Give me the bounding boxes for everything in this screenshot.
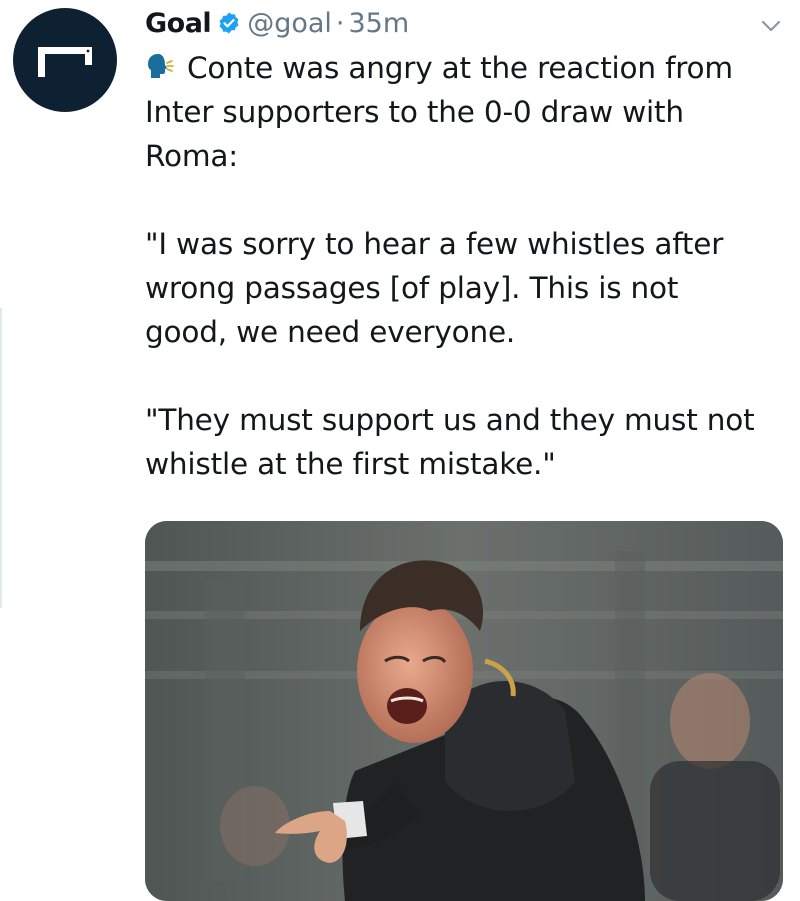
verified-badge-icon: [217, 11, 241, 35]
left-divider: [0, 308, 2, 608]
tweet-text-line-6: wrong passages [of play]. This is not: [145, 271, 679, 305]
goal-logo-icon: [38, 47, 92, 77]
photo-content: [145, 521, 783, 901]
tweet-text-line-9: "They must support us and they must not: [145, 403, 755, 437]
tweet-text-line-2: Inter supporters to the 0-0 draw with: [145, 95, 684, 129]
avatar[interactable]: [13, 8, 117, 112]
author-name[interactable]: Goal: [145, 8, 212, 39]
tweet-timestamp[interactable]: 35m: [349, 8, 410, 39]
tweet-text-line-7: good, we need everyone.: [145, 315, 516, 349]
tweet-text-line-3: Roma:: [145, 139, 238, 173]
chevron-down-icon[interactable]: [760, 18, 782, 34]
separator-dot: ·: [335, 7, 345, 39]
tweet-text-spacer: [145, 354, 785, 398]
tweet-text-line: Conte was angry at the reaction from: [145, 46, 785, 90]
tweet-text-line-10: whistle at the first mistake.": [145, 447, 556, 481]
tweet-text-line-5: "I was sorry to hear a few whistles afte…: [145, 227, 724, 261]
tweet-text-spacer: [145, 178, 785, 222]
tweet-text-line-1: Conte was angry at the reaction from: [187, 51, 733, 85]
tweet-photo[interactable]: [145, 521, 783, 901]
tweet-text: Conte was angry at the reaction from Int…: [145, 46, 785, 486]
author-handle[interactable]: @goal: [247, 8, 332, 39]
tweet-header: Goal @goal · 35m: [145, 2, 409, 44]
speaking-head-icon: [145, 50, 179, 94]
